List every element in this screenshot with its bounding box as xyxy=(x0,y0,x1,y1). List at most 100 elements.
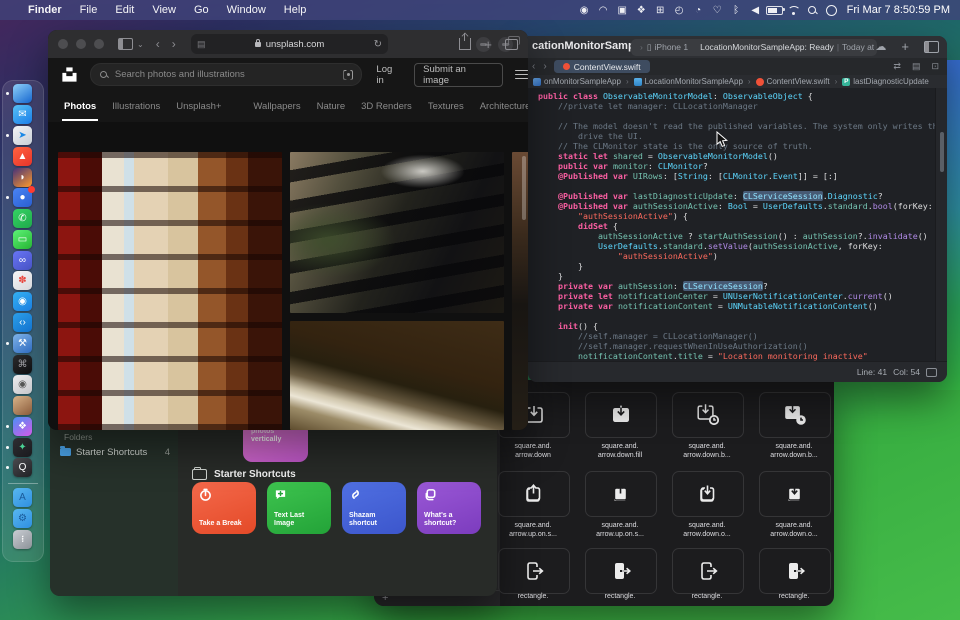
dock-item-firefox[interactable]: ◗ xyxy=(13,168,33,188)
screen-record-icon[interactable]: ◉ xyxy=(575,0,594,20)
nav-architecture-inte[interactable]: Architecture & Inte xyxy=(480,101,528,112)
address-bar[interactable]: ▤ unsplash.com ↻ xyxy=(191,34,388,54)
menu-finder[interactable]: Finder xyxy=(28,4,62,16)
symbol-cell-sq-down-clock-fill[interactable] xyxy=(759,392,831,438)
dock-item-utilities-folder[interactable]: ⚙ xyxy=(13,509,33,529)
breadcrumb-folder[interactable]: LocationMonitorSampleApp xyxy=(634,77,743,86)
share-icon[interactable] xyxy=(459,38,471,50)
xcode-jump-bar[interactable]: onMonitorSampleApp› LocationMonitorSampl… xyxy=(528,75,947,89)
symbol-cell-rect-right-fill[interactable] xyxy=(585,548,657,594)
photo-aerial-beach[interactable]: ⌁ xyxy=(290,321,504,430)
forward-icon[interactable]: › xyxy=(172,37,176,51)
battery-icon[interactable] xyxy=(765,0,784,20)
dock-item-messages[interactable]: ▭ xyxy=(13,230,33,250)
dock-item-shortcuts[interactable]: ❖ xyxy=(13,417,33,437)
symbol-cell-sq-up-on-fill[interactable] xyxy=(585,471,657,517)
nav-wallpapers[interactable]: Wallpapers xyxy=(253,101,300,112)
menu-help[interactable]: Help xyxy=(284,4,307,16)
dock-item-trash[interactable]: ᎒ xyxy=(13,530,33,550)
nav-photos[interactable]: Photos xyxy=(64,101,96,112)
symbol-cell-sq-down-on-out[interactable] xyxy=(672,471,744,517)
dock-item-safari[interactable]: ➤ xyxy=(13,126,33,146)
dock-item-applications-folder[interactable]: A xyxy=(13,488,33,508)
clock-app-icon[interactable]: ◴ xyxy=(670,0,689,20)
menu-view[interactable]: View xyxy=(152,4,176,16)
box-app-icon[interactable]: ▣ xyxy=(613,0,632,20)
dropbox-icon[interactable]: ❖ xyxy=(632,0,651,20)
symbol-cell-rect-right-fill[interactable] xyxy=(759,548,831,594)
page-scrollbar-thumb[interactable] xyxy=(522,156,526,220)
login-link[interactable]: Log in xyxy=(376,64,402,86)
fast-user-switch-icon[interactable] xyxy=(822,0,841,20)
dock-item-xcode[interactable]: ⚒ xyxy=(13,334,33,354)
health-app-icon[interactable]: ♡ xyxy=(708,0,727,20)
xcode-titlebar[interactable]: cationMonitorSampleApp › ▯ iPhone 1 Loca… xyxy=(528,36,947,58)
xcode-scheme-selector[interactable]: › ▯ iPhone 1 LocationMonitorSampleApp: R… xyxy=(631,39,877,56)
dock-item-maps[interactable]: ◉ xyxy=(13,292,33,312)
photo-wooden-clogs[interactable] xyxy=(58,152,282,430)
symbol-cell-rect-right-out[interactable] xyxy=(672,548,744,594)
stage-manager-icon[interactable]: ◠ xyxy=(594,0,613,20)
editor-scrollbar-track[interactable] xyxy=(935,88,947,362)
device-preview-icon[interactable] xyxy=(926,368,937,377)
symbol-cell-sq-down-fill[interactable] xyxy=(585,392,657,438)
symbol-cell-sq-down-clock-out[interactable] xyxy=(672,392,744,438)
sidebar-toggle-icon[interactable] xyxy=(118,38,133,50)
dock-item-design-app[interactable]: ✦ xyxy=(13,438,33,458)
menu-go[interactable]: Go xyxy=(194,4,209,16)
dock-item-mail[interactable]: ✉ xyxy=(13,105,33,125)
grid-app-icon[interactable]: ⊞ xyxy=(651,0,670,20)
search-input[interactable]: Search photos and illustrations xyxy=(90,63,363,86)
dock-item-portrait-app[interactable] xyxy=(13,396,33,416)
tab-contentview-swift[interactable]: ContentView.swift xyxy=(554,60,650,73)
dock-item-discord[interactable]: ∞ xyxy=(13,251,33,271)
time-machine-icon[interactable]: ◔ xyxy=(689,0,708,20)
dock-item-vscode[interactable]: ‹› xyxy=(13,313,33,333)
zoom-button[interactable] xyxy=(94,39,104,49)
chevron-down-icon[interactable]: ⌄ xyxy=(137,40,144,49)
back-chevron-icon[interactable]: ‹ xyxy=(532,61,535,72)
photo-bicycle-stairs[interactable] xyxy=(290,152,504,313)
editor-layout-icon[interactable] xyxy=(924,41,939,53)
shortcut-card-take[interactable]: Take a Break xyxy=(192,482,256,534)
dock-item-finder[interactable] xyxy=(13,84,33,104)
reader-icon[interactable]: ▤ xyxy=(197,39,206,50)
back-icon[interactable]: ‹ xyxy=(156,37,160,51)
nav-textures[interactable]: Textures xyxy=(428,101,464,112)
shortcut-card-whats[interactable]: What's a shortcut? xyxy=(417,482,481,534)
dock-item-photos[interactable]: ✽ xyxy=(13,271,33,291)
dock-item-quicktime[interactable]: Q xyxy=(13,458,33,478)
volume-icon[interactable]: ◀ xyxy=(746,0,765,20)
new-tab-icon[interactable]: + xyxy=(484,37,492,52)
tab-overview-icon[interactable] xyxy=(505,39,518,50)
bluetooth-icon[interactable]: ᛒ xyxy=(727,0,746,20)
nav-illustrations[interactable]: Illustrations xyxy=(112,101,160,112)
editor-scrollbar-thumb[interactable] xyxy=(940,132,944,172)
nav-nature[interactable]: Nature xyxy=(317,101,346,112)
menu-bar-clock[interactable]: Fri Mar 7 8:50:59 PM xyxy=(847,4,950,16)
minimap-icon[interactable]: ▤ xyxy=(912,61,921,72)
menu-edit[interactable]: Edit xyxy=(115,4,134,16)
nav-unsplash-[interactable]: Unsplash+ xyxy=(176,101,221,112)
breadcrumb-app[interactable]: onMonitorSampleApp xyxy=(533,77,621,86)
submit-image-button[interactable]: Submit an image xyxy=(414,63,503,87)
reload-icon[interactable]: ↻ xyxy=(374,39,382,50)
visual-search-icon[interactable] xyxy=(343,70,353,80)
xcode-code-editor[interactable]: public class ObservableMonitorModel: Obs… xyxy=(528,88,947,362)
forward-chevron-icon[interactable]: › xyxy=(543,61,546,72)
shortcut-card-text[interactable]: Text Last Image xyxy=(267,482,331,534)
editor-options-icon[interactable]: ⊡ xyxy=(931,61,939,72)
add-item-icon[interactable]: + xyxy=(901,39,909,54)
wifi-icon[interactable] xyxy=(784,0,803,20)
close-button[interactable] xyxy=(58,39,68,49)
swap-editors-icon[interactable]: ⇄ xyxy=(893,61,901,72)
nav-3d-renders[interactable]: 3D Renders xyxy=(361,101,412,112)
sidebar-item-starter-shortcuts[interactable]: Starter Shortcuts 4 xyxy=(60,444,170,460)
symbol-cell-sq-up-on-out[interactable] xyxy=(498,471,570,517)
dock-item-whatsapp[interactable]: ✆ xyxy=(13,209,33,229)
dock-item-signal[interactable]: ● xyxy=(13,188,33,208)
breadcrumb-prop[interactable]: PlastDiagnosticUpdate xyxy=(842,77,929,86)
menu-window[interactable]: Window xyxy=(227,4,266,16)
menu-file[interactable]: File xyxy=(80,4,98,16)
xcode-run-destination[interactable]: iPhone 1 xyxy=(655,42,689,52)
